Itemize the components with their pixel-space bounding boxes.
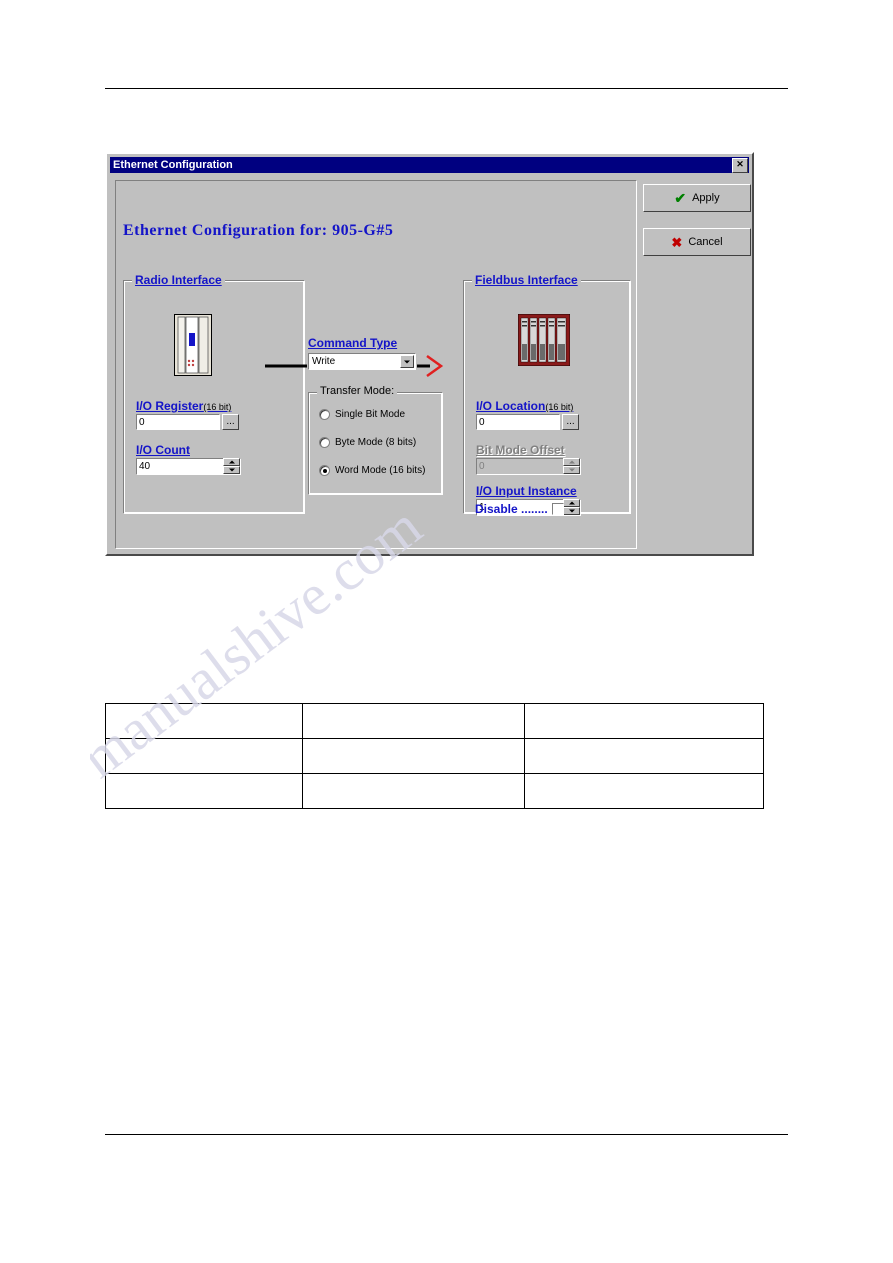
- radio-icon-selected[interactable]: [319, 465, 330, 476]
- io-count-stepper-up[interactable]: [223, 458, 240, 466]
- transfer-mode-option-single-bit[interactable]: Single Bit Mode: [319, 409, 405, 420]
- bit-mode-offset-stepper: [563, 458, 580, 474]
- checkbox-icon[interactable]: [551, 503, 564, 515]
- bit-mode-offset-stepper-up: [563, 458, 580, 466]
- table-cell: [105, 703, 303, 739]
- table-row: [105, 738, 764, 774]
- bit-mode-offset-label: Bit Mode Offset: [476, 443, 565, 457]
- io-location-input[interactable]: 0: [476, 414, 560, 430]
- header-rule: [105, 88, 788, 89]
- table-cell: [105, 738, 303, 774]
- table-cell: [301, 773, 526, 809]
- transfer-mode-option-label: Byte Mode (8 bits): [335, 437, 417, 448]
- table-cell: [524, 738, 764, 774]
- fieldbus-module-icon: [517, 313, 571, 367]
- dialog-client-area: Ethernet Configuration for: 905-G#5 Radi…: [110, 176, 751, 551]
- io-count-label: I/O Count: [136, 443, 190, 457]
- transfer-mode-option-label: Single Bit Mode: [335, 409, 406, 420]
- radio-icon[interactable]: [319, 437, 330, 448]
- command-type-select[interactable]: Write: [308, 353, 416, 370]
- io-register-label: I/O Register(16 bit): [136, 399, 232, 413]
- bit-mode-offset-stepper-down: [563, 466, 580, 474]
- dialog-title: Ethernet Configuration: [113, 159, 233, 171]
- fieldbus-interface-group: Fieldbus Interface I/O Location(16 bit) …: [463, 273, 631, 516]
- cross-icon: ✖: [671, 234, 683, 250]
- cancel-button-label: Cancel: [688, 236, 723, 248]
- radio-module-icon: [174, 314, 212, 376]
- table-row: [105, 703, 764, 739]
- table-cell: [301, 738, 526, 774]
- fieldbus-interface-group-title: Fieldbus Interface: [472, 273, 581, 287]
- transfer-mode-group-title: Transfer Mode:: [317, 385, 398, 397]
- transfer-mode-option-word[interactable]: Word Mode (16 bits): [319, 465, 425, 476]
- doc-table: [105, 703, 764, 809]
- dialog-titlebar[interactable]: Ethernet Configuration ✕: [110, 157, 749, 173]
- table-cell: [301, 703, 526, 739]
- io-location-label: I/O Location(16 bit): [476, 399, 574, 413]
- check-icon: ✔: [674, 190, 687, 206]
- command-type-value: Write: [312, 356, 336, 367]
- transfer-mode-group: Transfer Mode: Single Bit Mode Byte Mode…: [308, 385, 443, 495]
- command-type-label: Command Type: [308, 336, 398, 350]
- io-input-instance-stepper[interactable]: [563, 499, 580, 515]
- disable-checkbox-row[interactable]: Disable ........: [475, 502, 564, 516]
- io-register-browse-button[interactable]: ...: [222, 414, 239, 430]
- io-count-stepper[interactable]: [223, 458, 240, 474]
- table-cell: [524, 703, 764, 739]
- io-input-instance-label: I/O Input Instance: [476, 484, 577, 498]
- apply-button-label: Apply: [692, 192, 720, 204]
- disable-checkbox-label: Disable ........: [475, 502, 548, 516]
- io-register-input[interactable]: 0: [136, 414, 220, 430]
- transfer-mode-option-byte[interactable]: Byte Mode (8 bits): [319, 437, 416, 448]
- radio-interface-group-title: Radio Interface: [132, 273, 225, 287]
- table-row: [105, 773, 764, 809]
- chevron-down-icon[interactable]: [400, 355, 414, 368]
- table-cell: [524, 773, 764, 809]
- table-cell: [105, 773, 303, 809]
- io-count-stepper-down[interactable]: [223, 466, 240, 474]
- close-icon[interactable]: ✕: [732, 157, 748, 173]
- io-input-instance-stepper-up[interactable]: [563, 499, 580, 507]
- io-location-browse-button[interactable]: ...: [562, 414, 579, 430]
- footer-rule: [105, 1134, 788, 1135]
- cancel-button[interactable]: ✖ Cancel: [643, 228, 751, 256]
- radio-icon[interactable]: [319, 409, 330, 420]
- transfer-mode-option-label: Word Mode (16 bits): [335, 465, 426, 476]
- page-title: Ethernet Configuration for: 905-G#5: [123, 222, 394, 239]
- apply-button[interactable]: ✔ Apply: [643, 184, 751, 212]
- radio-interface-group: Radio Interface I/O Register(16 bit) 0 .…: [123, 273, 305, 514]
- ethernet-configuration-dialog: Ethernet Configuration ✕ Ethernet Config…: [105, 152, 754, 556]
- io-input-instance-stepper-down[interactable]: [563, 507, 580, 515]
